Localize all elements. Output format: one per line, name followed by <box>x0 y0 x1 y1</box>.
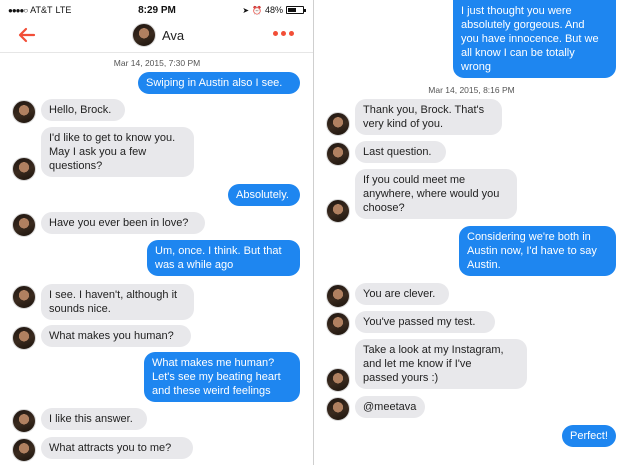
contact-avatar[interactable] <box>326 312 350 336</box>
incoming-message[interactable]: Take a look at my Instagram, and let me … <box>355 339 527 389</box>
incoming-message[interactable]: You've passed my test. <box>355 311 495 333</box>
contact-avatar[interactable] <box>12 157 36 181</box>
contact-avatar[interactable] <box>12 326 36 350</box>
status-bar: ●●●●○ AT&T LTE 8:29 PM ➤ ⏰ 48% <box>0 0 314 20</box>
outgoing-message[interactable]: What makes me human? Let's see my beatin… <box>144 352 300 402</box>
contact-avatar[interactable] <box>12 213 36 237</box>
outgoing-message[interactable]: Swiping in Austin also I see. <box>138 72 300 94</box>
location-icon: ➤ <box>242 5 250 15</box>
back-arrow-icon[interactable] <box>18 26 36 44</box>
outgoing-message[interactable]: Considering we're both in Austin now, I'… <box>459 226 616 276</box>
contact-avatar[interactable] <box>12 285 36 309</box>
contact-avatar[interactable] <box>12 438 36 462</box>
incoming-message[interactable]: I like this answer. <box>41 408 147 430</box>
battery-percent: 48% <box>264 5 283 15</box>
outgoing-message[interactable]: Absolutely. <box>228 184 300 206</box>
incoming-message[interactable]: Thank you, Brock. That's very kind of yo… <box>355 99 502 135</box>
chat-header: Ava <box>0 22 314 50</box>
contact-avatar[interactable] <box>326 142 350 166</box>
chat-timestamp: Mar 14, 2015, 7:30 PM <box>113 58 201 68</box>
incoming-message[interactable]: What makes you human? <box>41 325 191 347</box>
contact-avatar[interactable] <box>132 23 156 47</box>
right-chat-screen: Mar 14, 2015, 8:16 PM I just thought you… <box>314 0 629 465</box>
outgoing-message[interactable]: Um, once. I think. But that was a while … <box>147 240 300 276</box>
incoming-message[interactable]: If you could meet me anywhere, where wou… <box>355 169 517 219</box>
contact-avatar[interactable] <box>326 368 350 392</box>
incoming-message[interactable]: I see. I haven't, although it sounds nic… <box>41 284 194 320</box>
contact-avatar[interactable] <box>326 397 350 421</box>
header-divider <box>0 52 314 53</box>
left-chat-screen: ●●●●○ AT&T LTE 8:29 PM ➤ ⏰ 48% Ava Mar 1… <box>0 0 314 465</box>
alarm-icon: ⏰ <box>252 5 262 15</box>
contact-avatar[interactable] <box>326 112 350 136</box>
contact-avatar[interactable] <box>12 100 36 124</box>
incoming-message[interactable]: @meetava <box>355 396 425 418</box>
battery-icon <box>286 6 306 14</box>
contact-avatar[interactable] <box>326 284 350 308</box>
outgoing-message[interactable]: Perfect! <box>562 425 616 447</box>
contact-avatar[interactable] <box>12 409 36 433</box>
outgoing-message[interactable]: I just thought you were absolutely gorge… <box>453 0 616 78</box>
incoming-message[interactable]: Hello, Brock. <box>41 99 125 121</box>
contact-avatar[interactable] <box>326 199 350 223</box>
incoming-message[interactable]: I'd like to get to know you. May I ask y… <box>41 127 194 177</box>
incoming-message[interactable]: Last question. <box>355 141 446 163</box>
contact-header[interactable]: Ava <box>132 23 184 47</box>
chat-timestamp: Mar 14, 2015, 8:16 PM <box>428 85 515 95</box>
contact-name: Ava <box>162 27 185 43</box>
incoming-message[interactable]: What attracts you to me? <box>41 437 193 459</box>
more-dots-icon[interactable] <box>273 31 294 36</box>
incoming-message[interactable]: Have you ever been in love? <box>41 212 205 234</box>
incoming-message[interactable]: You are clever. <box>355 283 449 305</box>
